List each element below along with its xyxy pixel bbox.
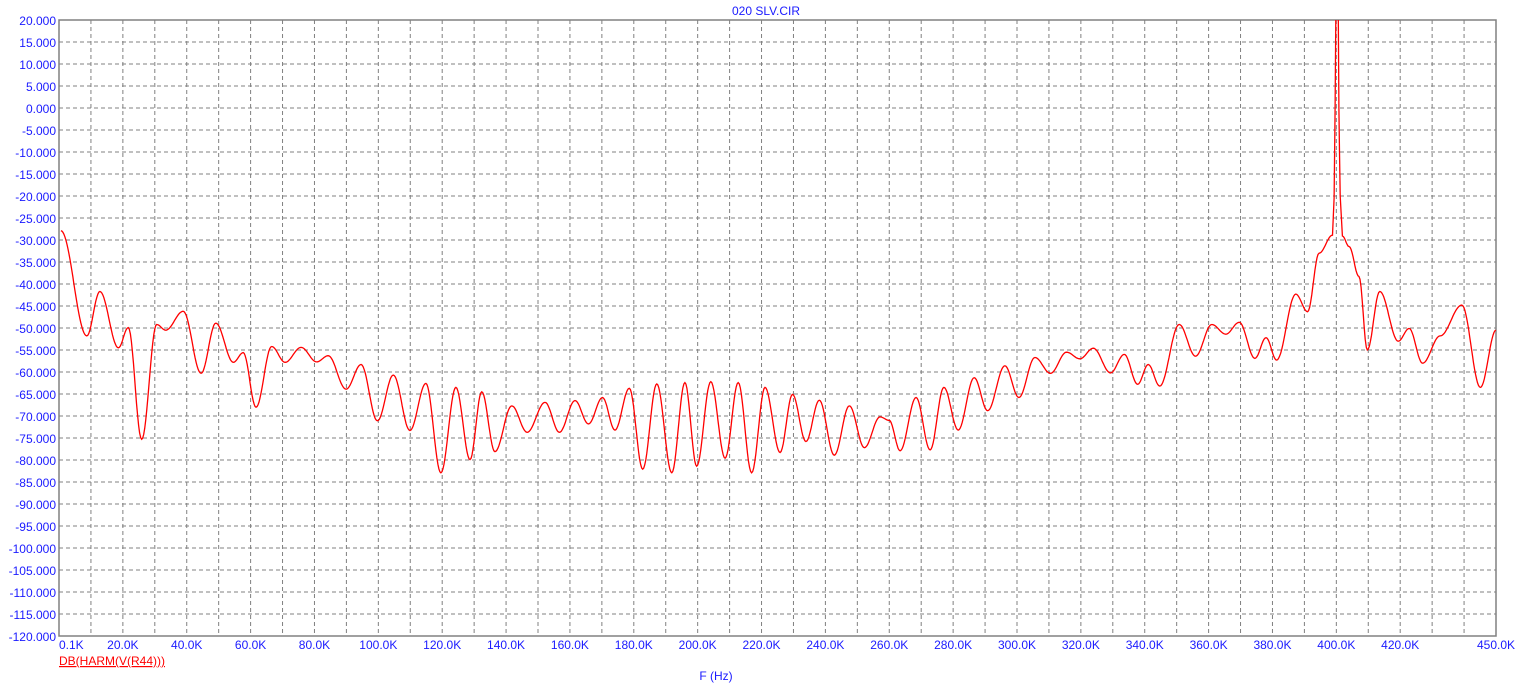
series-line-db-harm-v-r44 (60, 20, 1496, 474)
y-tick-label: -120.000 (9, 630, 57, 644)
x-tick-label: 140.0K (487, 638, 525, 652)
chart-title: 020 SLV.CIR (732, 4, 800, 18)
x-tick-label: 420.0K (1381, 638, 1419, 652)
x-tick-label: 450.0K (1477, 638, 1515, 652)
x-tick-label: 320.0K (1062, 638, 1100, 652)
y-tick-label: -10.000 (15, 146, 56, 160)
harmonic-spectrum-chart: 20.000 15.000 10.000 5.000 0.000 -5.000 -10.00… (9, 4, 1515, 683)
x-tick-label: 80.0K (299, 638, 330, 652)
x-axis-ticks: 0.1K 20.0K 40.0K 60.0K 80.0K 100.0K 120.0K 140.… (59, 638, 1515, 652)
y-tick-label: -105.000 (9, 564, 57, 578)
y-tick-label: -15.000 (15, 168, 56, 182)
y-tick-label: -90.000 (15, 498, 56, 512)
y-tick-label: 0.000 (26, 102, 56, 116)
y-tick-label: -45.000 (15, 300, 56, 314)
x-tick-label: 260.0K (870, 638, 908, 652)
y-tick-label: -110.000 (10, 586, 57, 600)
legend-series-label[interactable]: DB(HARM(V(R44))) (59, 654, 165, 668)
y-tick-label: -25.000 (15, 212, 56, 226)
x-tick-label: 0.1K (59, 638, 84, 652)
y-tick-label: 10.000 (19, 58, 56, 72)
y-tick-label: -115.000 (10, 608, 57, 622)
x-tick-label: 380.0K (1253, 638, 1291, 652)
y-tick-label: -70.000 (15, 410, 56, 424)
x-tick-label: 240.0K (806, 638, 844, 652)
x-tick-label: 20.0K (107, 638, 138, 652)
x-tick-label: 360.0K (1190, 638, 1228, 652)
y-tick-label: -60.000 (15, 366, 56, 380)
y-tick-label: -95.000 (15, 520, 56, 534)
x-axis-label: F (Hz) (699, 669, 732, 683)
y-tick-label: 15.000 (19, 36, 56, 50)
x-tick-label: 200.0K (679, 638, 717, 652)
y-tick-label: -55.000 (15, 344, 56, 358)
y-tick-label: -50.000 (15, 322, 56, 336)
x-tick-label: 180.0K (615, 638, 653, 652)
x-tick-label: 40.0K (171, 638, 202, 652)
y-tick-label: -80.000 (15, 454, 56, 468)
x-tick-label: 120.0K (423, 638, 461, 652)
y-tick-label: -5.000 (22, 124, 56, 138)
y-tick-label: -40.000 (15, 278, 56, 292)
y-tick-label: -65.000 (15, 388, 56, 402)
x-tick-label: 300.0K (998, 638, 1036, 652)
x-tick-label: 220.0K (743, 638, 781, 652)
y-tick-label: -20.000 (15, 190, 56, 204)
y-tick-label: -35.000 (15, 256, 56, 270)
y-tick-label: -85.000 (15, 476, 56, 490)
y-tick-label: -100.000 (9, 542, 57, 556)
x-tick-label: 100.0K (359, 638, 397, 652)
x-tick-label: 280.0K (934, 638, 972, 652)
x-tick-label: 340.0K (1126, 638, 1164, 652)
x-tick-label: 160.0K (551, 638, 589, 652)
y-axis-ticks: 20.000 15.000 10.000 5.000 0.000 -5.000 -10.00… (9, 14, 57, 644)
x-tick-label: 60.0K (235, 638, 266, 652)
y-tick-label: -75.000 (15, 432, 56, 446)
y-tick-label: 5.000 (26, 80, 56, 94)
grid-lines (59, 20, 1496, 636)
y-tick-label: 20.000 (19, 14, 56, 28)
y-tick-label: -30.000 (15, 234, 56, 248)
x-tick-label: 400.0K (1317, 638, 1355, 652)
